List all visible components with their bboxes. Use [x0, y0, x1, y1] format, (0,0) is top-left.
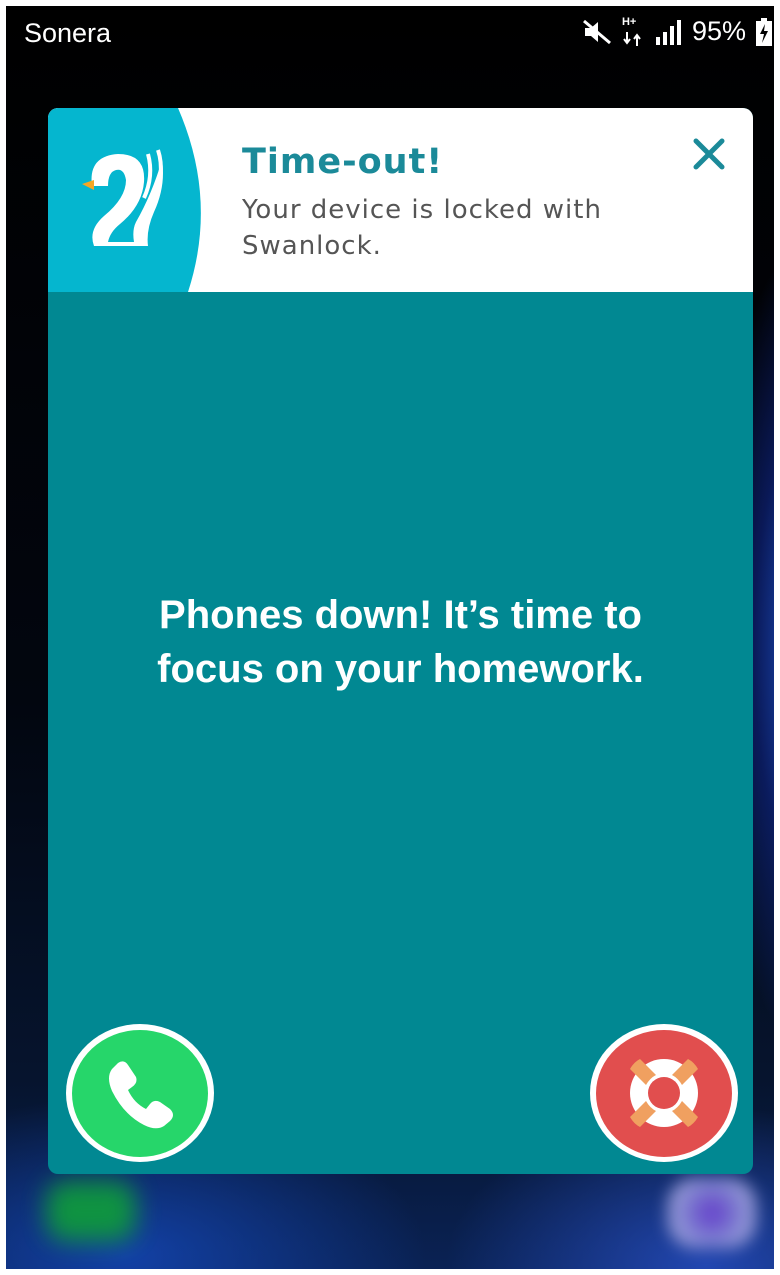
- data-arrows-icon: H+: [621, 15, 644, 46]
- dialog-message: Your device is locked with Swanlock.: [242, 195, 602, 261]
- swanlock-logo-icon: [82, 149, 163, 246]
- battery-percent: 95%: [691, 16, 746, 46]
- network-type-label: H+: [621, 15, 637, 28]
- phone-screen: Sonera H+ 95% Time-out! Your device is l…: [0, 0, 780, 1275]
- emergency-call-button[interactable]: [66, 1024, 214, 1162]
- blurred-dock-app-right: [668, 1178, 756, 1248]
- help-button[interactable]: [590, 1024, 738, 1162]
- lifebuoy-icon: [630, 1059, 698, 1127]
- dialog-header: Time-out! Your device is locked with Swa…: [48, 108, 753, 292]
- carrier-name: Sonera: [24, 18, 112, 48]
- phone-icon: [109, 1061, 173, 1129]
- focus-message: Phones down! It’s time to focus on your …: [157, 593, 644, 691]
- blurred-dock-app-left: [46, 1181, 136, 1241]
- help-button-circle: [596, 1029, 732, 1157]
- status-icons: H+ 95%: [582, 16, 772, 47]
- close-icon: [693, 138, 725, 170]
- timeout-dialog: Time-out! Your device is locked with Swa…: [48, 108, 753, 1174]
- call-button-circle: [72, 1029, 208, 1157]
- signal-icon: [654, 19, 682, 45]
- status-bar: Sonera H+ 95%: [6, 6, 774, 62]
- close-button[interactable]: [687, 132, 731, 176]
- mute-icon: [582, 19, 612, 45]
- dialog-title: Time-out!: [242, 142, 444, 182]
- battery-charging-icon: [756, 17, 772, 46]
